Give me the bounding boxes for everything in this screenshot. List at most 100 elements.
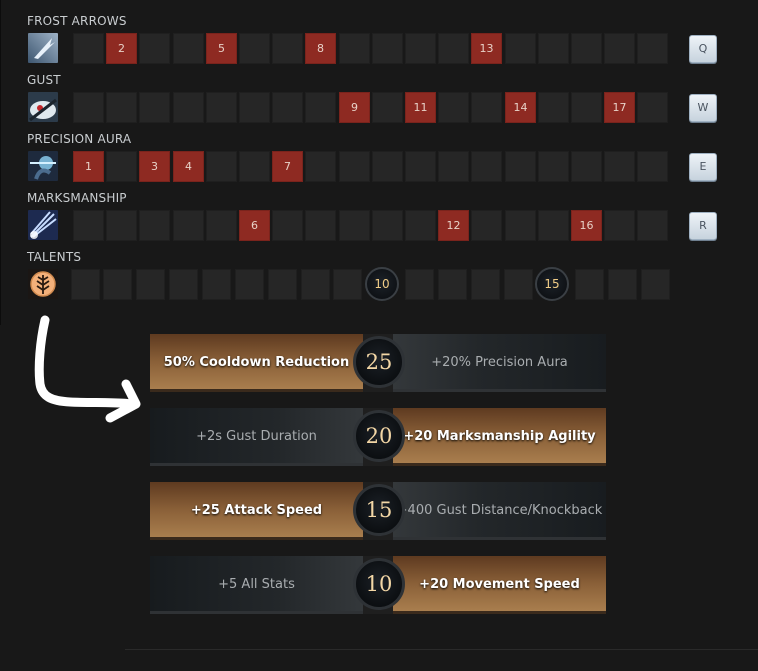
hotkey-r-button[interactable]: R — [689, 212, 717, 240]
skill-level-cell[interactable] — [239, 92, 270, 123]
skill-level-cell-picked[interactable]: 16 — [571, 210, 602, 241]
skill-level-cell[interactable] — [339, 33, 370, 64]
talent-option-left[interactable]: +5 All Stats — [150, 556, 363, 614]
talent-option-left-selected[interactable]: +25 Attack Speed — [150, 482, 363, 540]
talent-option-right[interactable]: +20% Precision Aura — [393, 334, 606, 392]
skill-level-cell[interactable] — [106, 92, 137, 123]
skill-level-cell-picked[interactable]: 12 — [438, 210, 469, 241]
skill-level-cell[interactable] — [505, 33, 536, 64]
skill-level-cell-picked[interactable]: 3 — [139, 151, 170, 182]
skill-level-cell[interactable] — [272, 92, 303, 123]
skill-level-cell[interactable] — [405, 151, 436, 182]
talent-level-cell[interactable] — [575, 269, 604, 300]
skill-level-cell[interactable] — [438, 151, 469, 182]
skill-level-cell-picked[interactable]: 11 — [405, 92, 436, 123]
skill-level-cell[interactable] — [173, 33, 204, 64]
skill-level-cell[interactable] — [471, 210, 502, 241]
skill-level-cell[interactable] — [405, 33, 436, 64]
hotkey-e-button[interactable]: E — [689, 153, 717, 181]
talent-level-cell[interactable] — [136, 269, 165, 300]
skill-level-cell[interactable] — [239, 151, 270, 182]
skill-level-cell-picked[interactable]: 8 — [305, 33, 336, 64]
talent-level-cell[interactable] — [268, 269, 297, 300]
skill-level-cell[interactable] — [405, 210, 436, 241]
talent-level-cell[interactable] — [333, 269, 362, 300]
talent-level-cell[interactable] — [641, 269, 670, 300]
skill-level-cell[interactable] — [139, 92, 170, 123]
skill-level-cell[interactable] — [339, 151, 370, 182]
skill-level-cell[interactable] — [637, 151, 668, 182]
skill-level-cell[interactable] — [305, 210, 336, 241]
skill-level-cell[interactable] — [505, 210, 536, 241]
skill-level-cell[interactable] — [372, 33, 403, 64]
skill-level-cell[interactable] — [538, 210, 569, 241]
skill-level-cell-picked[interactable]: 4 — [173, 151, 204, 182]
skill-level-cell[interactable] — [173, 92, 204, 123]
skill-level-cell[interactable] — [272, 33, 303, 64]
skill-level-cell[interactable] — [438, 33, 469, 64]
talent-level-cell[interactable] — [202, 269, 231, 300]
skill-level-cell[interactable] — [538, 92, 569, 123]
talent-level-cell[interactable] — [71, 269, 100, 300]
skill-level-cell[interactable] — [372, 210, 403, 241]
skill-level-cell[interactable] — [604, 151, 635, 182]
talent-level-cell[interactable] — [301, 269, 330, 300]
skill-level-cell[interactable] — [73, 92, 104, 123]
skill-level-cell[interactable] — [139, 33, 170, 64]
skill-level-cell[interactable] — [505, 151, 536, 182]
skill-level-cell[interactable] — [73, 33, 104, 64]
talent-level-cell[interactable] — [405, 269, 434, 300]
skill-level-cell[interactable] — [637, 33, 668, 64]
skill-level-cell[interactable] — [538, 33, 569, 64]
skill-level-cell[interactable] — [571, 33, 602, 64]
skill-level-cell[interactable] — [637, 92, 668, 123]
talent-option-right-selected[interactable]: +20 Marksmanship Agility — [393, 408, 606, 466]
hotkey-w-button[interactable]: W — [689, 94, 717, 122]
skill-level-cell[interactable] — [637, 210, 668, 241]
talent-level-cell[interactable] — [103, 269, 132, 300]
talent-level-badge[interactable]: 10 — [365, 267, 399, 301]
talent-option-right[interactable]: +400 Gust Distance/Knockback — [393, 482, 606, 540]
skill-level-cell[interactable] — [471, 92, 502, 123]
skill-level-cell-picked[interactable]: 2 — [106, 33, 137, 64]
skill-level-cell[interactable] — [571, 151, 602, 182]
skill-level-cell[interactable] — [471, 151, 502, 182]
skill-level-cell[interactable] — [372, 92, 403, 123]
talent-level-cell[interactable] — [504, 269, 533, 300]
skill-level-cell[interactable] — [73, 210, 104, 241]
skill-level-cell[interactable] — [339, 210, 370, 241]
talent-level-cell[interactable] — [471, 269, 500, 300]
hotkey-q-button[interactable]: Q — [689, 35, 717, 63]
skill-level-cell-picked[interactable]: 7 — [272, 151, 303, 182]
talent-option-right-selected[interactable]: +20 Movement Speed — [393, 556, 606, 614]
skill-level-cell[interactable] — [206, 151, 237, 182]
skill-level-cell[interactable] — [106, 210, 137, 241]
talent-level-cell[interactable] — [169, 269, 198, 300]
skill-level-cell-picked[interactable]: 17 — [604, 92, 635, 123]
skill-level-cell-picked[interactable]: 14 — [505, 92, 536, 123]
talent-level-cell[interactable] — [438, 269, 467, 300]
skill-level-cell[interactable] — [272, 210, 303, 241]
skill-level-cell[interactable] — [438, 92, 469, 123]
skill-level-cell[interactable] — [571, 92, 602, 123]
skill-level-cell[interactable] — [604, 210, 635, 241]
skill-level-cell[interactable] — [604, 33, 635, 64]
skill-level-cell[interactable] — [372, 151, 403, 182]
talent-level-cell[interactable] — [235, 269, 264, 300]
skill-level-cell-picked[interactable]: 13 — [471, 33, 502, 64]
talent-level-cell[interactable] — [608, 269, 637, 300]
skill-level-cell[interactable] — [305, 92, 336, 123]
skill-level-cell-picked[interactable]: 9 — [339, 92, 370, 123]
talent-option-left[interactable]: +2s Gust Duration — [150, 408, 363, 466]
talent-level-badge[interactable]: 15 — [535, 267, 569, 301]
skill-level-cell-picked[interactable]: 1 — [73, 151, 104, 182]
skill-level-cell[interactable] — [305, 151, 336, 182]
skill-level-cell[interactable] — [239, 33, 270, 64]
skill-level-cell[interactable] — [206, 210, 237, 241]
skill-level-cell[interactable] — [106, 151, 137, 182]
skill-level-cell-picked[interactable]: 6 — [239, 210, 270, 241]
skill-level-cell-picked[interactable]: 5 — [206, 33, 237, 64]
skill-level-cell[interactable] — [173, 210, 204, 241]
skill-level-cell[interactable] — [538, 151, 569, 182]
skill-level-cell[interactable] — [206, 92, 237, 123]
